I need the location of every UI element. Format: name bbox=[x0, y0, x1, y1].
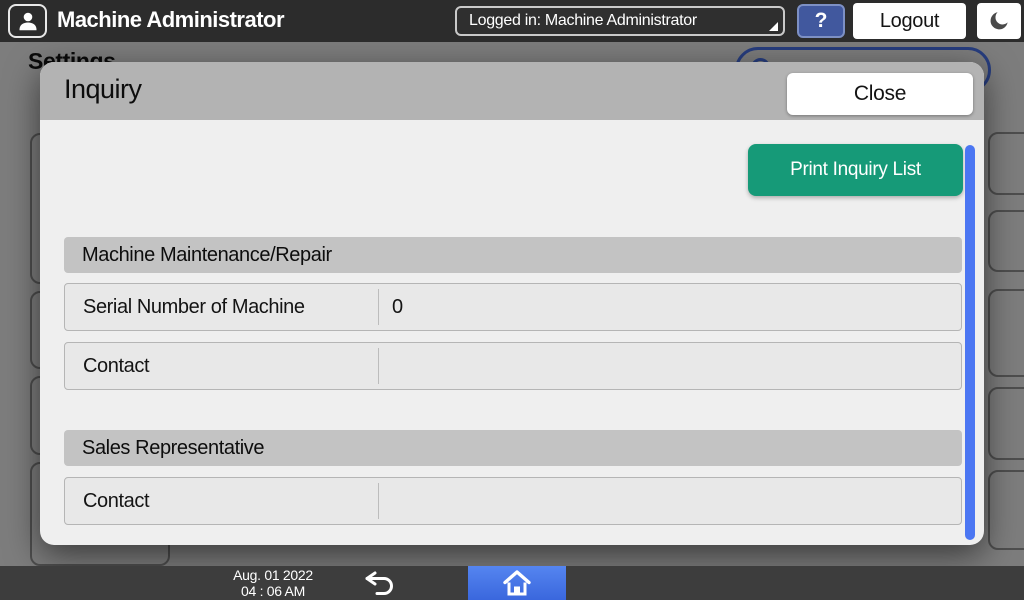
bottom-bar: Aug. 01 2022 04 : 06 AM bbox=[0, 566, 1024, 600]
datetime-display: Aug. 01 2022 04 : 06 AM bbox=[218, 567, 328, 599]
screen: Settings Inquiry Close Print Inquiry Lis… bbox=[0, 0, 1024, 600]
top-bar: Machine Administrator Logged in: Machine… bbox=[0, 0, 1024, 42]
row-label: Contact bbox=[83, 478, 149, 524]
sleep-mode-button[interactable] bbox=[977, 3, 1021, 39]
moon-icon bbox=[987, 9, 1011, 33]
user-icon bbox=[16, 9, 40, 33]
login-status-label: Logged in: Machine Administrator bbox=[469, 12, 697, 29]
inquiry-dialog: Inquiry Close Print Inquiry List Machine… bbox=[40, 62, 984, 545]
row-label: Contact bbox=[83, 343, 149, 389]
row-value: 0 bbox=[392, 284, 403, 330]
section-header-machine-maintenance: Machine Maintenance/Repair bbox=[64, 237, 962, 273]
login-status-dropdown[interactable]: Logged in: Machine Administrator bbox=[455, 6, 785, 36]
row-divider bbox=[378, 348, 379, 384]
table-row: Contact bbox=[64, 477, 962, 525]
dialog-title: Inquiry bbox=[64, 74, 142, 105]
date-text: Aug. 01 2022 bbox=[218, 567, 328, 583]
row-divider bbox=[378, 483, 379, 519]
section-header-sales-representative: Sales Representative bbox=[64, 430, 962, 466]
time-text: 04 : 06 AM bbox=[218, 583, 328, 599]
row-label: Serial Number of Machine bbox=[83, 284, 305, 330]
table-row: Contact bbox=[64, 342, 962, 390]
print-inquiry-list-button[interactable]: Print Inquiry List bbox=[748, 144, 963, 196]
dropdown-corner-icon bbox=[769, 22, 778, 31]
logout-button[interactable]: Logout bbox=[853, 3, 966, 39]
user-account-button[interactable] bbox=[8, 4, 47, 38]
app-title: Machine Administrator bbox=[57, 7, 284, 33]
back-button[interactable] bbox=[352, 566, 408, 600]
close-button[interactable]: Close bbox=[787, 73, 973, 115]
help-button[interactable]: ? bbox=[797, 4, 845, 38]
dialog-header: Inquiry Close bbox=[40, 62, 984, 120]
home-button[interactable] bbox=[468, 566, 566, 600]
row-divider bbox=[378, 289, 379, 325]
table-row: Serial Number of Machine 0 bbox=[64, 283, 962, 331]
home-icon bbox=[502, 569, 532, 597]
scrollbar-thumb[interactable] bbox=[965, 145, 975, 540]
return-arrow-icon bbox=[362, 570, 398, 596]
